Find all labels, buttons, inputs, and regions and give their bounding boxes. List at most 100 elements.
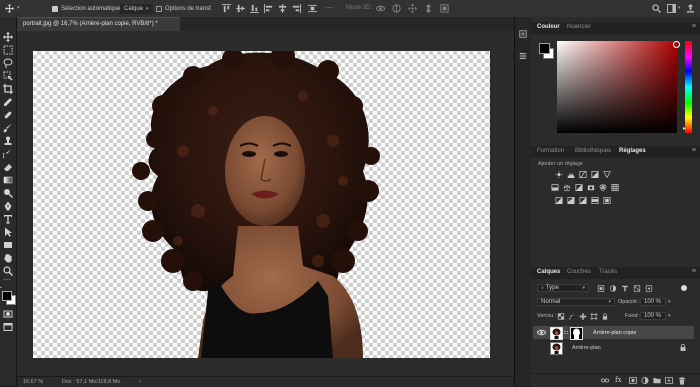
workspace-caret-icon[interactable]: ▾ (678, 5, 681, 11)
gradient-map-icon[interactable] (591, 197, 599, 204)
color-balance-icon[interactable] (563, 184, 571, 191)
hue-saturation-icon[interactable] (551, 184, 559, 191)
vibrance-icon[interactable] (603, 171, 611, 178)
image-canvas[interactable] (33, 51, 490, 358)
align-left-icon[interactable] (264, 4, 273, 13)
panel-menu-icon[interactable]: ≡ (692, 23, 696, 30)
move-tool-icon[interactable] (5, 4, 14, 13)
panel-menu-icon[interactable]: ≡ (692, 268, 696, 275)
status-info-arrow-icon[interactable]: › (139, 379, 141, 385)
dodge-tool-icon[interactable] (3, 188, 13, 198)
black-white-icon[interactable] (575, 184, 583, 191)
lock-image-pixels-icon[interactable] (568, 313, 576, 320)
add-mask-icon[interactable] (629, 377, 637, 384)
crop-tool-icon[interactable] (3, 84, 13, 94)
opacity-caret-icon[interactable]: ▾ (668, 299, 671, 305)
layer-thumbnail[interactable] (550, 342, 563, 355)
path-selection-tool-icon[interactable] (3, 227, 13, 237)
auto-select-target-dropdown[interactable]: Calque ▾ (120, 3, 153, 14)
align-vertical-center-icon[interactable] (236, 4, 245, 13)
hue-slider-handle-icon[interactable]: ▸ (683, 125, 686, 132)
blend-mode-dropdown[interactable]: Normal ▾ (537, 298, 615, 306)
screen-mode-icon[interactable] (3, 322, 13, 332)
pen-tool-icon[interactable] (3, 201, 13, 211)
lasso-tool-icon[interactable] (3, 58, 13, 68)
filter-smart-object-icon[interactable] (645, 285, 653, 292)
filter-pixel-icon[interactable] (597, 285, 605, 292)
share-icon[interactable] (686, 4, 695, 13)
layer-name[interactable]: Arrière-plan (572, 345, 601, 351)
type-tool-icon[interactable] (3, 214, 13, 224)
zoom-level[interactable]: 16,67 % (23, 379, 43, 385)
layer-style-fx-icon[interactable]: fx (615, 376, 622, 384)
tab-traces[interactable]: Tracés (599, 269, 617, 275)
posterize-icon[interactable] (567, 197, 575, 204)
tab-couleur[interactable]: Couleur (537, 24, 560, 30)
default-colors-icon[interactable]: ▪ (0, 285, 2, 291)
delete-layer-trash-icon[interactable] (678, 377, 686, 385)
align-right-icon[interactable] (292, 4, 301, 13)
selective-color-icon[interactable] (603, 197, 611, 204)
transform-controls-option[interactable]: Options de transf. (156, 3, 212, 14)
3d-orbit-icon[interactable] (376, 4, 385, 13)
align-horizontal-center-icon[interactable] (278, 4, 287, 13)
document-tab[interactable]: portrait.jpg @ 16,7% (Arrière-plan copie… (17, 17, 180, 31)
threshold-icon[interactable] (579, 197, 587, 204)
layer-name[interactable]: Arrière-plan copie (593, 330, 636, 336)
more-tools-icon[interactable]: ··· (3, 275, 11, 284)
foreground-color-chip[interactable] (539, 43, 550, 54)
3d-slide-icon[interactable] (424, 4, 433, 13)
eraser-tool-icon[interactable] (3, 162, 13, 172)
tab-couches[interactable]: Couches (567, 269, 591, 275)
color-picker-cursor[interactable] (673, 41, 680, 48)
layer-mask-thumbnail[interactable] (570, 327, 583, 340)
layer-row[interactable]: Arrière-plan (533, 341, 694, 355)
layer-thumbnail[interactable] (550, 327, 563, 340)
properties-panel-icon[interactable] (519, 52, 527, 60)
tab-reglages[interactable]: Réglages (619, 148, 646, 154)
brightness-contrast-icon[interactable] (555, 171, 563, 178)
healing-brush-tool-icon[interactable] (3, 110, 13, 120)
tool-preset-caret-icon[interactable]: ▾ (17, 5, 20, 11)
invert-icon[interactable] (555, 197, 563, 204)
curves-icon[interactable] (579, 171, 587, 178)
foreground-color-swatch[interactable] (2, 291, 12, 301)
quick-mask-icon[interactable] (3, 309, 13, 319)
adjustment-layer-icon[interactable] (641, 377, 649, 384)
clone-stamp-tool-icon[interactable] (3, 136, 13, 146)
3d-pan-icon[interactable] (408, 4, 417, 13)
search-icon[interactable] (652, 4, 661, 13)
workspace-layout-icon[interactable] (667, 4, 676, 13)
auto-select-option[interactable]: Sélection automatique : (52, 3, 124, 14)
tab-formation[interactable]: Formation (537, 148, 564, 154)
color-lookup-icon[interactable] (611, 184, 619, 191)
lock-position-icon[interactable] (579, 313, 587, 320)
tab-bibliotheques[interactable]: Bibliothèques (575, 148, 611, 154)
tab-nuancier[interactable]: Nuancier (567, 24, 591, 30)
link-icon[interactable] (563, 330, 569, 335)
more-options-icon[interactable]: ··· (325, 3, 333, 12)
transform-controls-checkbox[interactable] (156, 5, 162, 12)
hand-tool-icon[interactable] (3, 253, 13, 263)
filter-shape-icon[interactable] (633, 285, 641, 292)
filter-toggle-icon[interactable] (681, 285, 687, 291)
move-tool-icon[interactable] (3, 32, 13, 42)
layer-filter-dropdown[interactable]: ⌕ Type ▾ (537, 284, 589, 292)
fill-caret-icon[interactable]: ▾ (668, 313, 671, 319)
tab-calques[interactable]: Calques (537, 269, 560, 275)
exposure-icon[interactable] (591, 171, 599, 178)
align-bottom-icon[interactable] (250, 4, 259, 13)
rectangle-tool-icon[interactable] (3, 240, 13, 250)
lock-transparent-pixels-icon[interactable] (557, 313, 565, 320)
new-group-folder-icon[interactable] (653, 377, 661, 384)
brush-tool-icon[interactable] (3, 123, 13, 133)
align-top-icon[interactable] (222, 4, 231, 13)
gradient-tool-icon[interactable] (3, 175, 13, 185)
eye-visibility-icon[interactable] (537, 329, 546, 336)
lock-all-icon[interactable] (601, 313, 609, 320)
eyedropper-tool-icon[interactable] (3, 97, 13, 107)
auto-select-checkbox[interactable] (52, 5, 58, 12)
3d-roll-icon[interactable] (392, 4, 401, 13)
distribute-icon[interactable] (308, 4, 317, 13)
layer-row[interactable]: Arrière-plan copie (533, 326, 694, 340)
